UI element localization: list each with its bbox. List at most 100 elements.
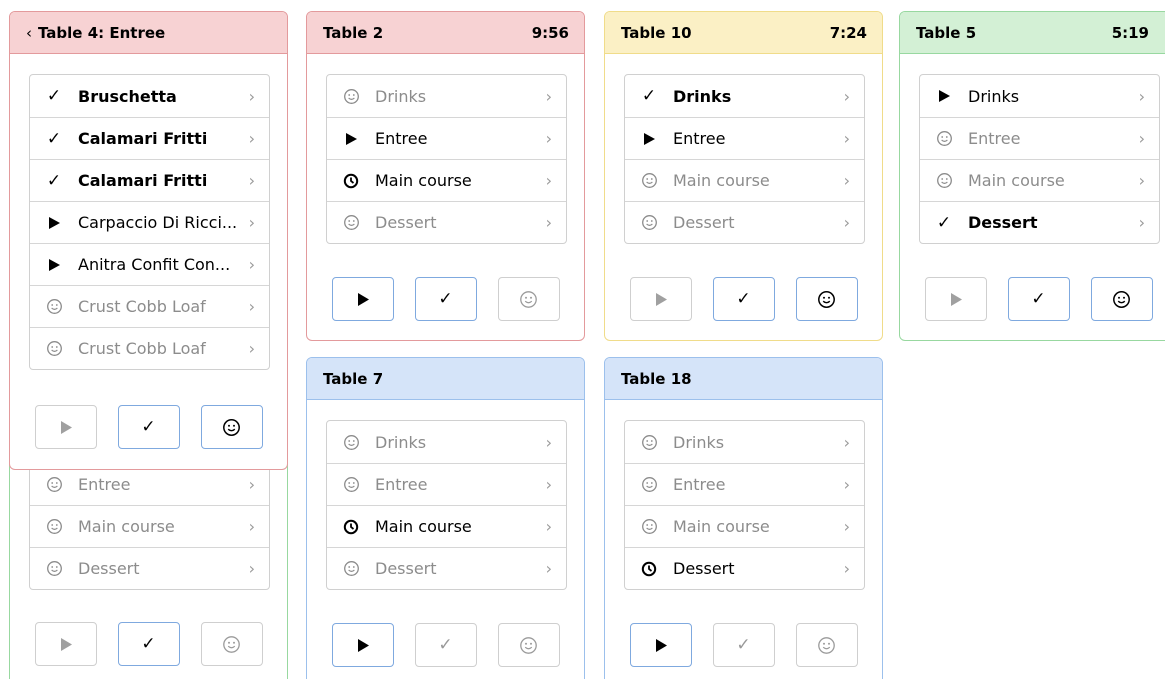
order-card-table-5: Table 5 5:19 Drinks › Entree › Main course › ✓… — [899, 11, 1165, 341]
action-buttons: ✓ — [307, 277, 584, 321]
course-row[interactable]: Main course › — [30, 505, 269, 547]
order-card-hidden: Entree › Main course › Dessert › ✓ — [9, 440, 288, 679]
course-row[interactable]: ✓ Drinks › — [625, 75, 864, 117]
card-timer: 7:24 — [829, 23, 867, 42]
mark-done-button[interactable]: ✓ — [712, 277, 775, 321]
clock-icon — [341, 519, 361, 535]
play-icon — [341, 132, 361, 146]
course-label: Entree — [673, 129, 726, 148]
mark-done-button[interactable]: ✓ — [414, 623, 477, 667]
course-row[interactable]: ✓ Calamari Fritti › — [30, 117, 269, 159]
served-button[interactable] — [200, 405, 263, 449]
smiley-icon — [934, 172, 954, 189]
chevron-right-icon: › — [248, 297, 255, 316]
chevron-right-icon: › — [545, 517, 552, 536]
chevron-right-icon: › — [843, 517, 850, 536]
order-card-table-4: ‹ Table 4: Entree ✓ Bruschetta › ✓ Calamari … — [9, 11, 288, 470]
course-row[interactable]: Anitra Confit Con... › — [30, 243, 269, 285]
course-row[interactable]: Drinks › — [327, 75, 566, 117]
start-course-button[interactable] — [924, 277, 987, 321]
course-row[interactable]: ✓ Dessert › — [920, 201, 1159, 243]
card-header[interactable]: Table 18 — [605, 358, 882, 400]
check-icon: ✓ — [46, 128, 62, 149]
smiley-icon — [934, 130, 954, 147]
course-row[interactable]: Main course › — [920, 159, 1159, 201]
smiley-icon — [44, 518, 64, 535]
served-button[interactable] — [200, 622, 263, 666]
mark-done-button[interactable]: ✓ — [117, 405, 180, 449]
served-button[interactable] — [497, 623, 560, 667]
course-label: Drinks — [375, 86, 427, 106]
course-row[interactable]: Entree › — [327, 117, 566, 159]
chevron-right-icon: › — [843, 129, 850, 148]
course-row[interactable]: Dessert › — [625, 547, 864, 589]
course-label: Entree — [375, 129, 428, 148]
card-title: Table 4: Entree — [38, 23, 166, 42]
smiley-icon — [341, 88, 361, 105]
order-card-table-2: Table 2 9:56 Drinks › Entree › Main course › D… — [306, 11, 585, 341]
smiley-icon — [639, 518, 659, 535]
course-row[interactable]: Dessert › — [327, 547, 566, 589]
start-course-button[interactable] — [629, 623, 692, 667]
course-row[interactable]: Dessert › — [327, 201, 566, 243]
mark-done-button[interactable]: ✓ — [712, 623, 775, 667]
course-row[interactable]: Dessert › — [30, 547, 269, 589]
card-header[interactable]: Table 7 — [307, 358, 584, 400]
course-row[interactable]: Entree › — [920, 117, 1159, 159]
course-row[interactable]: Main course › — [625, 505, 864, 547]
course-row[interactable]: Drinks › — [920, 75, 1159, 117]
course-label: Dessert — [375, 213, 437, 232]
start-course-button[interactable] — [331, 277, 394, 321]
start-course-button[interactable] — [629, 277, 692, 321]
course-label: Calamari Fritti — [78, 171, 208, 190]
course-label: Crust Cobb Loaf — [78, 339, 206, 358]
course-row[interactable]: Drinks › — [327, 421, 566, 463]
course-list: Drinks › Entree › Main course › ✓ Dessert › — [919, 74, 1160, 244]
course-row[interactable]: Dessert › — [625, 201, 864, 243]
chevron-right-icon: › — [248, 474, 255, 494]
served-button[interactable] — [795, 623, 858, 667]
card-header[interactable]: Table 10 7:24 — [605, 12, 882, 54]
course-row[interactable]: Carpaccio Di Ricci... › — [30, 201, 269, 243]
mark-done-button[interactable]: ✓ — [414, 277, 477, 321]
course-row[interactable]: Drinks › — [625, 421, 864, 463]
course-row[interactable]: Entree › — [625, 117, 864, 159]
start-course-button[interactable] — [34, 622, 97, 666]
course-row[interactable]: ✓ Calamari Fritti › — [30, 159, 269, 201]
course-row[interactable]: Crust Cobb Loaf › — [30, 327, 269, 369]
card-timer: 5:19 — [1111, 23, 1149, 42]
chevron-right-icon: › — [545, 171, 552, 190]
chevron-right-icon: › — [545, 475, 552, 494]
smiley-icon — [341, 434, 361, 451]
course-label: Crust Cobb Loaf — [78, 297, 206, 316]
chevron-right-icon: › — [843, 171, 850, 190]
card-title: Table 2 — [323, 23, 384, 42]
course-label: Carpaccio Di Ricci... — [78, 213, 238, 232]
mark-done-button[interactable]: ✓ — [1007, 277, 1070, 321]
chevron-right-icon: › — [843, 86, 850, 106]
card-header[interactable]: Table 2 9:56 — [307, 12, 584, 54]
course-list: Drinks › Entree › Main course › Dessert › — [624, 420, 865, 590]
clock-icon — [639, 561, 659, 577]
course-row[interactable]: Entree › — [327, 463, 566, 505]
start-course-button[interactable] — [331, 623, 394, 667]
course-row[interactable]: Entree › — [625, 463, 864, 505]
chevron-right-icon: › — [545, 86, 552, 106]
served-button[interactable] — [795, 277, 858, 321]
smiley-icon — [341, 560, 361, 577]
course-row[interactable]: ✓ Bruschetta › — [30, 75, 269, 117]
chevron-right-icon: › — [1138, 171, 1145, 190]
smiley-icon — [44, 340, 64, 357]
course-row[interactable]: Crust Cobb Loaf › — [30, 285, 269, 327]
served-button[interactable] — [1090, 277, 1153, 321]
served-button[interactable] — [497, 277, 560, 321]
course-row[interactable]: Main course › — [327, 505, 566, 547]
card-header[interactable]: Table 5 5:19 — [900, 12, 1165, 54]
course-label: Entree — [673, 475, 726, 494]
mark-done-button[interactable]: ✓ — [117, 622, 180, 666]
course-label: Main course — [673, 171, 770, 190]
course-row[interactable]: Main course › — [327, 159, 566, 201]
course-row[interactable]: Main course › — [625, 159, 864, 201]
back-chevron-icon[interactable]: ‹ — [26, 24, 32, 42]
start-course-button[interactable] — [34, 405, 97, 449]
